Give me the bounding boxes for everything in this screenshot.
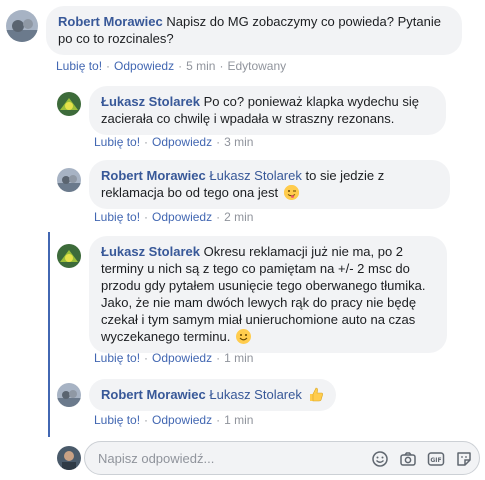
like-link[interactable]: Lubię to! xyxy=(94,413,140,427)
avatar[interactable] xyxy=(57,244,81,268)
reply-link[interactable]: Odpowiedz xyxy=(152,413,212,427)
reply: Robert Morawiec Łukasz Stolarek to sie j… xyxy=(57,160,450,209)
timestamp[interactable]: 5 min xyxy=(186,59,215,73)
timestamp[interactable]: 1 min xyxy=(224,351,253,365)
avatar[interactable] xyxy=(57,168,81,192)
reply-bubble: Łukasz Stolarek Po co? ponieważ klapka w… xyxy=(89,86,446,135)
reply-actions: Lubię to! · Odpowiedz · 2 min xyxy=(94,210,254,224)
avatar[interactable] xyxy=(6,10,38,42)
gif-icon[interactable]: GIF xyxy=(427,450,445,468)
reply-text: Okresu reklamacji już nie ma, po 2 termi… xyxy=(101,244,426,344)
reply-actions: Lubię to! · Odpowiedz · 3 min xyxy=(94,135,254,149)
timestamp[interactable]: 3 min xyxy=(224,135,253,149)
avatar[interactable] xyxy=(57,383,81,407)
sticker-icon[interactable] xyxy=(455,450,473,468)
comment-actions: Lubię to! · Odpowiedz · 5 min · Edytowany xyxy=(56,59,287,73)
like-link[interactable]: Lubię to! xyxy=(56,59,102,73)
reply-link[interactable]: Odpowiedz xyxy=(152,351,212,365)
comment-bubble: Robert Morawiec Napisz do MG zobaczymy c… xyxy=(46,6,462,55)
reply-bubble: Łukasz Stolarek Okresu reklamacji już ni… xyxy=(89,236,447,353)
camera-icon[interactable] xyxy=(399,450,417,468)
reply: Łukasz Stolarek Okresu reklamacji już ni… xyxy=(57,236,447,353)
thread-highlight-line xyxy=(48,232,50,437)
reply-bubble: Robert Morawiec Łukasz Stolarek xyxy=(89,379,336,411)
reply: Łukasz Stolarek Po co? ponieważ klapka w… xyxy=(57,86,446,135)
mention-link[interactable]: Łukasz Stolarek xyxy=(209,168,302,183)
edited-label: Edytowany xyxy=(227,59,287,73)
winking-tongue-emoji xyxy=(283,185,299,200)
reply-composer: GIF xyxy=(84,441,480,475)
reply: Robert Morawiec Łukasz Stolarek xyxy=(57,379,336,411)
avatar[interactable] xyxy=(57,92,81,116)
reply-actions: Lubię to! · Odpowiedz · 1 min xyxy=(94,351,254,365)
like-link[interactable]: Lubię to! xyxy=(94,135,140,149)
reply-author[interactable]: Łukasz Stolarek xyxy=(101,94,200,109)
thumbs-up-emoji xyxy=(308,387,324,402)
like-link[interactable]: Lubię to! xyxy=(94,351,140,365)
reply-bubble: Robert Morawiec Łukasz Stolarek to sie j… xyxy=(89,160,450,209)
reply-author[interactable]: Łukasz Stolarek xyxy=(101,244,200,259)
reply-link[interactable]: Odpowiedz xyxy=(152,210,212,224)
comment-author[interactable]: Robert Morawiec xyxy=(58,14,163,29)
reply-link[interactable]: Odpowiedz xyxy=(114,59,174,73)
reply-actions: Lubię to! · Odpowiedz · 1 min xyxy=(94,413,254,427)
reply-link[interactable]: Odpowiedz xyxy=(152,135,212,149)
comment: Robert Morawiec Napisz do MG zobaczymy c… xyxy=(6,6,462,55)
reply-input[interactable] xyxy=(96,450,350,467)
svg-text:GIF: GIF xyxy=(430,457,441,464)
current-user-avatar xyxy=(57,446,81,470)
timestamp[interactable]: 2 min xyxy=(224,210,253,224)
reply-author[interactable]: Robert Morawiec xyxy=(101,387,206,402)
smile-emoji xyxy=(235,329,251,344)
mention-link[interactable]: Łukasz Stolarek xyxy=(209,387,302,402)
like-link[interactable]: Lubię to! xyxy=(94,210,140,224)
emoji-icon[interactable] xyxy=(371,450,389,468)
timestamp[interactable]: 1 min xyxy=(224,413,253,427)
reply-author[interactable]: Robert Morawiec xyxy=(101,168,206,183)
